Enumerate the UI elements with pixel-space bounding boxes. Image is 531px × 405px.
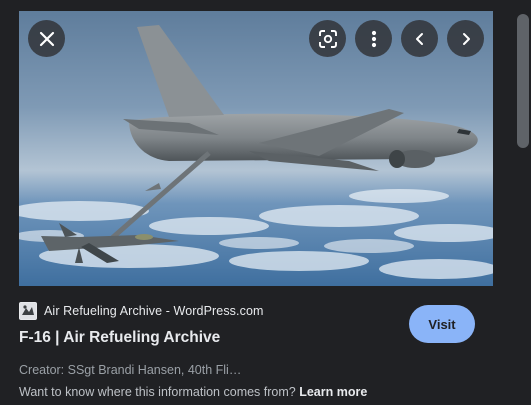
source-link[interactable]: Air Refueling Archive - WordPress.com [19, 302, 264, 320]
scrollbar-thumb[interactable] [517, 14, 529, 148]
lens-icon [318, 29, 337, 48]
source-name[interactable]: Air Refueling Archive - WordPress.com [44, 304, 264, 318]
wordpress-favicon-icon [19, 302, 37, 320]
chevron-left-icon [415, 32, 423, 45]
more-options-button[interactable] [355, 20, 392, 57]
result-title[interactable]: F-16 | Air Refueling Archive [19, 329, 220, 347]
close-icon [39, 31, 54, 46]
more-vert-icon [371, 30, 376, 47]
image-preview-panel: Air Refueling Archive - WordPress.com F-… [0, 0, 531, 405]
image-creator: Creator: SSgt Brandi Hansen, 40th Fli… [19, 363, 242, 377]
chevron-right-icon [462, 32, 470, 45]
info-line: Want to know where this information come… [19, 385, 367, 399]
previous-image-button[interactable] [401, 20, 438, 57]
close-button[interactable] [28, 20, 65, 57]
info-text: Want to know where this information come… [19, 385, 300, 399]
visit-button[interactable]: Visit [409, 305, 475, 343]
lens-search-button[interactable] [309, 20, 346, 57]
learn-more-link[interactable]: Learn more [299, 385, 367, 399]
next-image-button[interactable] [447, 20, 484, 57]
